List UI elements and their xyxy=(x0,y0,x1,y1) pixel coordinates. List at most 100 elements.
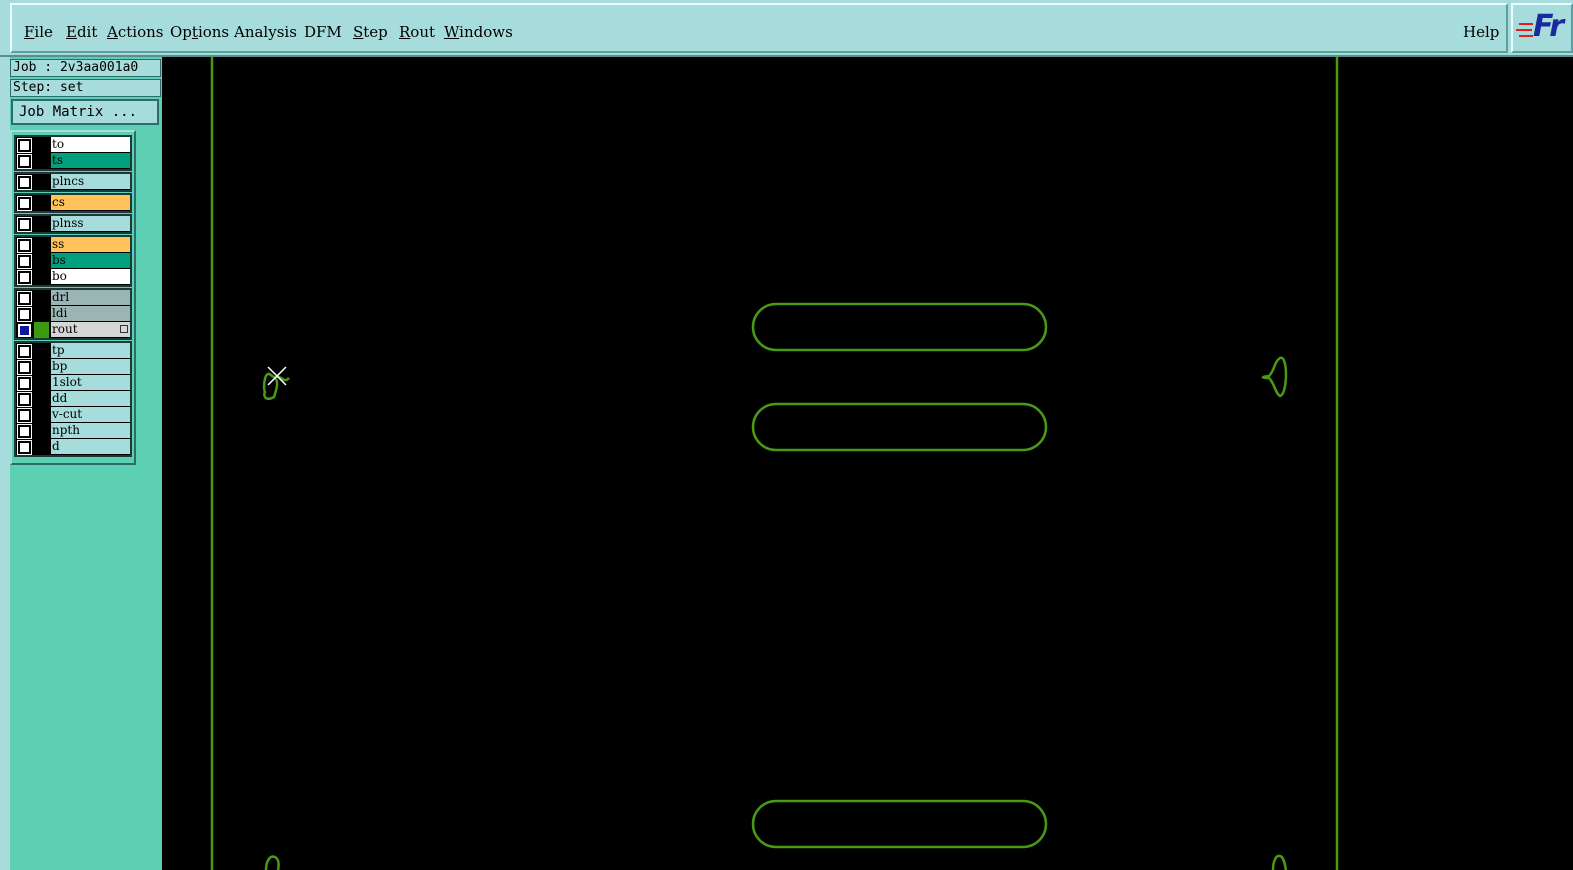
layer-group: to ts xyxy=(14,135,132,171)
slot-2 xyxy=(751,402,1048,452)
graphic-canvas[interactable] xyxy=(162,57,1573,870)
layer-color-swatch[interactable] xyxy=(34,137,49,153)
layer-checkbox[interactable] xyxy=(18,324,31,337)
layer-name[interactable]: bs xyxy=(51,253,130,268)
layer-color-swatch[interactable] xyxy=(34,237,49,253)
job-matrix-button[interactable]: Job Matrix ... xyxy=(11,99,159,125)
layer-color-swatch[interactable] xyxy=(34,153,49,169)
layer-row-ldi[interactable]: ldi xyxy=(16,306,130,322)
layer-name[interactable]: npth xyxy=(51,423,130,438)
layer-name[interactable]: plncs xyxy=(51,174,130,189)
notch-right-1 xyxy=(1261,356,1288,398)
layer-checkbox[interactable] xyxy=(17,408,32,423)
menu-rout[interactable]: Rout xyxy=(399,23,435,41)
layer-name[interactable]: ldi xyxy=(51,306,130,321)
notch-left-2 xyxy=(264,855,280,870)
layer-color-swatch[interactable] xyxy=(34,375,49,391)
menu-file[interactable]: File xyxy=(24,23,53,41)
layer-color-swatch[interactable] xyxy=(34,322,49,338)
layer-row-bs[interactable]: bs xyxy=(16,253,130,269)
layer-name[interactable]: 1slot xyxy=(51,375,130,390)
layer-checkbox[interactable] xyxy=(17,307,32,322)
layer-color-swatch[interactable] xyxy=(34,439,49,455)
canvas-drawing xyxy=(210,57,1339,870)
layer-checkbox[interactable] xyxy=(17,196,32,211)
layer-color-swatch[interactable] xyxy=(34,174,49,190)
layer-checkbox[interactable] xyxy=(17,440,32,455)
layer-checkbox[interactable] xyxy=(17,392,32,407)
layer-group: cs xyxy=(14,193,132,213)
layer-color-swatch[interactable] xyxy=(34,306,49,322)
layer-row-v-cut[interactable]: v-cut xyxy=(16,407,130,423)
layer-name[interactable]: to xyxy=(51,137,130,152)
layer-checkbox[interactable] xyxy=(17,360,32,375)
menu-bar-inner: File Edit Actions Options Analysis DFM S… xyxy=(10,3,1508,53)
menu-windows[interactable]: Windows xyxy=(444,23,513,41)
layer-checkbox[interactable] xyxy=(17,254,32,269)
layer-checkbox[interactable] xyxy=(17,344,32,359)
layer-row-ss[interactable]: ss xyxy=(16,237,130,253)
layer-checkbox[interactable] xyxy=(17,175,32,190)
layer-color-swatch[interactable] xyxy=(34,290,49,306)
layer-name[interactable]: tp xyxy=(51,343,130,358)
layer-group: plnss xyxy=(14,214,132,234)
layer-name[interactable]: plnss xyxy=(51,216,130,231)
layer-row-d[interactable]: d xyxy=(16,439,130,455)
layer-row-bo[interactable]: bo xyxy=(16,269,130,285)
left-panel: Job : 2v3aa001a0 Step: set Job Matrix ..… xyxy=(0,57,162,870)
layer-checkbox[interactable] xyxy=(17,217,32,232)
layer-checkbox[interactable] xyxy=(17,238,32,253)
layer-checkbox[interactable] xyxy=(17,424,32,439)
menu-options[interactable]: Options xyxy=(170,23,229,41)
layer-color-swatch[interactable] xyxy=(34,253,49,269)
layer-color-swatch[interactable] xyxy=(34,359,49,375)
layer-row-to[interactable]: to xyxy=(16,137,130,153)
layer-row-drl[interactable]: drl xyxy=(16,290,130,306)
layer-row-1slot[interactable]: 1slot xyxy=(16,375,130,391)
layer-group: ss bs bo xyxy=(14,235,132,287)
layer-row-plncs[interactable]: plncs xyxy=(16,174,130,190)
layer-color-swatch[interactable] xyxy=(34,407,49,423)
layer-row-bp[interactable]: bp xyxy=(16,359,130,375)
menu-edit[interactable]: Edit xyxy=(66,23,97,41)
menu-analysis[interactable]: Analysis xyxy=(234,23,297,41)
layer-row-npth[interactable]: npth xyxy=(16,423,130,439)
layer-row-ts[interactable]: ts xyxy=(16,153,130,169)
layer-checkbox[interactable] xyxy=(17,154,32,169)
layer-checkbox[interactable] xyxy=(17,376,32,391)
layer-name[interactable]: bp xyxy=(51,359,130,374)
slot-1 xyxy=(751,302,1048,352)
layer-name[interactable]: cs xyxy=(51,195,130,210)
layer-name[interactable]: rout xyxy=(51,322,130,337)
layer-row-rout[interactable]: rout xyxy=(16,322,130,338)
layer-checkbox[interactable] xyxy=(17,291,32,306)
menu-help[interactable]: Help xyxy=(1463,23,1499,41)
layer-name[interactable]: v-cut xyxy=(51,407,130,422)
layer-menu-icon[interactable] xyxy=(120,325,128,333)
layer-color-swatch[interactable] xyxy=(34,269,49,285)
layer-name[interactable]: bo xyxy=(51,269,130,284)
layer-name[interactable]: dd xyxy=(51,391,130,406)
layer-row-plnss[interactable]: plnss xyxy=(16,216,130,232)
layer-color-swatch[interactable] xyxy=(34,195,49,211)
layer-name[interactable]: d xyxy=(51,439,130,454)
layer-color-swatch[interactable] xyxy=(34,216,49,232)
layer-checkbox[interactable] xyxy=(17,138,32,153)
menu-dfm[interactable]: DFM xyxy=(304,23,342,41)
layer-checkbox[interactable] xyxy=(17,270,32,285)
menu-step[interactable]: Step xyxy=(353,23,388,41)
layer-color-swatch[interactable] xyxy=(34,391,49,407)
layer-row-dd[interactable]: dd xyxy=(16,391,130,407)
layer-color-swatch[interactable] xyxy=(34,343,49,359)
menu-bar: File Edit Actions Options Analysis DFM S… xyxy=(0,0,1573,57)
menu-actions[interactable]: Actions xyxy=(107,23,163,41)
layer-color-swatch[interactable] xyxy=(34,423,49,439)
layer-row-cs[interactable]: cs xyxy=(16,195,130,211)
layer-name[interactable]: ss xyxy=(51,237,130,252)
step-label: Step: set xyxy=(10,79,161,97)
layer-row-tp[interactable]: tp xyxy=(16,343,130,359)
layer-name[interactable]: ts xyxy=(51,153,130,168)
layer-list: to ts plncs cs plnss ss bs bo drl ldi rout tp bp 1slo… xyxy=(10,130,136,465)
layer-group: tp bp 1slot dd v-cut npth d xyxy=(14,341,132,457)
layer-name[interactable]: drl xyxy=(51,290,130,305)
